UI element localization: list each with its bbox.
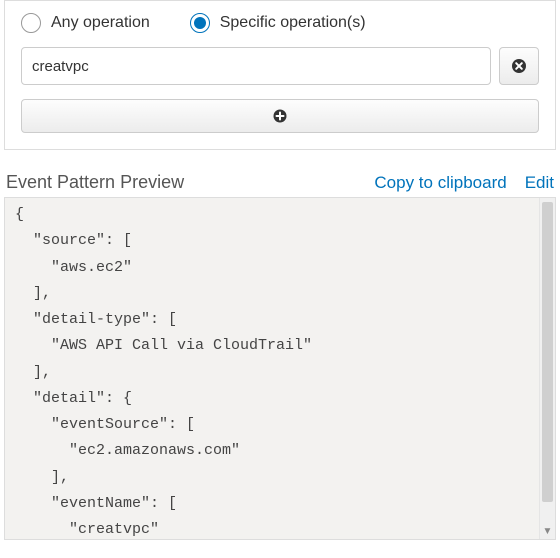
radio-any-label: Any operation [51,14,150,32]
event-pattern-code-area: { "source": [ "aws.ec2" ], "detail-type"… [4,197,556,540]
clear-icon [511,58,527,74]
operation-name-input[interactable] [21,47,491,85]
scrollbar[interactable]: ▼ [539,198,555,539]
scrollbar-thumb[interactable] [542,202,553,502]
plus-icon [273,109,287,123]
radio-icon [190,13,210,33]
event-pattern-code[interactable]: { "source": [ "aws.ec2" ], "detail-type"… [5,198,555,539]
edit-link[interactable]: Edit [525,173,554,193]
operation-radio-group: Any operation Specific operation(s) [21,13,539,33]
clear-operation-button[interactable] [499,47,539,85]
event-pattern-preview-section: Event Pattern Preview Copy to clipboard … [0,172,560,540]
operation-input-row [21,47,539,85]
copy-to-clipboard-link[interactable]: Copy to clipboard [374,173,506,193]
radio-specific-operation[interactable]: Specific operation(s) [190,13,366,33]
preview-action-links: Copy to clipboard Edit [374,173,554,193]
radio-specific-label: Specific operation(s) [220,14,366,32]
preview-title: Event Pattern Preview [6,172,184,193]
radio-any-operation[interactable]: Any operation [21,13,150,33]
radio-icon [21,13,41,33]
add-operation-button[interactable] [21,99,539,133]
operation-selector-panel: Any operation Specific operation(s) [4,0,556,150]
preview-header: Event Pattern Preview Copy to clipboard … [4,172,556,197]
chevron-down-icon[interactable]: ▼ [540,523,555,539]
